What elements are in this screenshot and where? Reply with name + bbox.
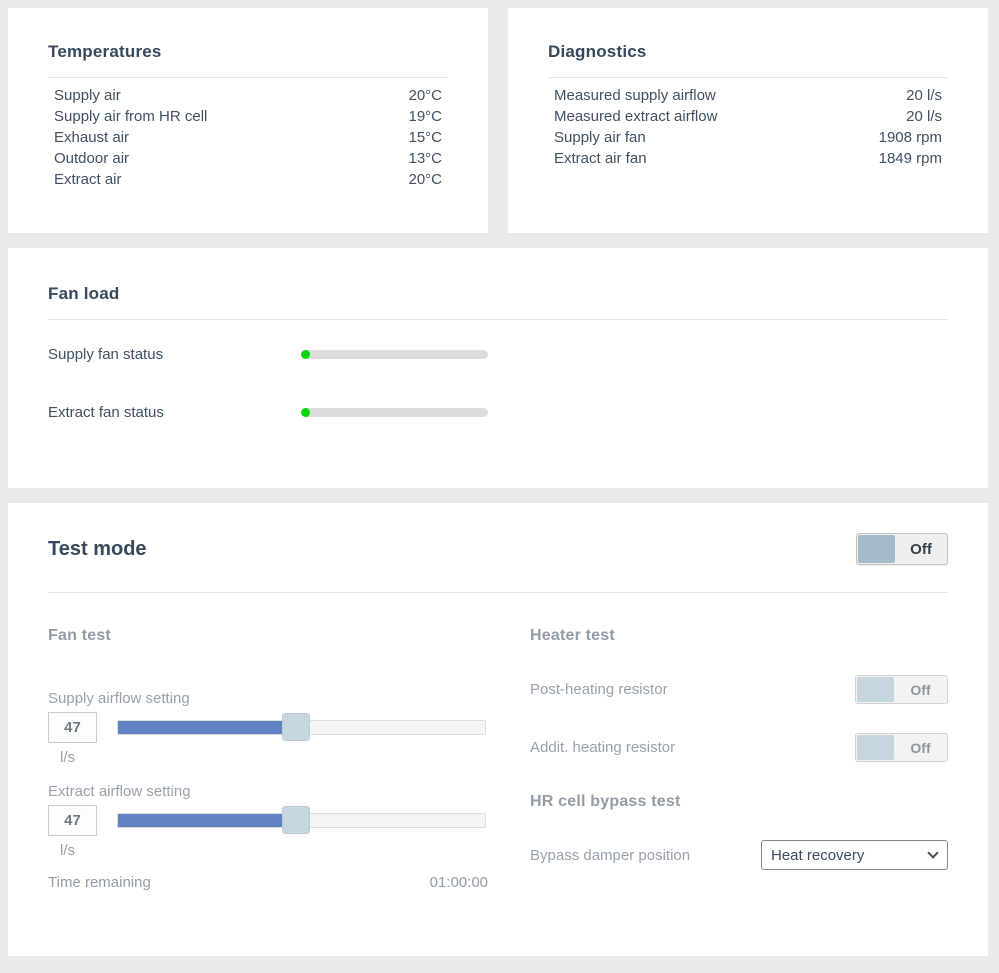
extract-airflow-slider[interactable] — [117, 813, 486, 828]
ventilation-dashboard: Temperatures Supply air 20°C Supply air … — [0, 0, 999, 973]
heater-test-title: Heater test — [530, 627, 948, 645]
toggle-state-label: Off — [895, 534, 947, 564]
toggle-knob — [857, 735, 894, 760]
toggle-state-label: Off — [894, 734, 947, 761]
table-row: Extract air 20°C — [48, 169, 448, 190]
row-value: 20°C — [408, 169, 442, 190]
toggle-state-label: Off — [894, 676, 947, 703]
row-label: Measured extract airflow — [554, 106, 717, 127]
temperatures-card: Temperatures Supply air 20°C Supply air … — [8, 8, 488, 233]
hr-bypass-test-title: HR cell bypass test — [530, 793, 948, 811]
slider-thumb[interactable] — [282, 713, 310, 741]
supply-airflow-control: 47 — [48, 712, 488, 743]
supply-fan-load-fill — [301, 350, 310, 359]
row-value: 20 l/s — [906, 85, 942, 106]
temperatures-table: Supply air 20°C Supply air from HR cell … — [48, 85, 448, 190]
test-mode-columns: Fan test Supply airflow setting 47 l/s E… — [48, 593, 948, 892]
table-row: Supply air fan 1908 rpm — [548, 127, 948, 148]
time-remaining-value: 01:00:00 — [430, 873, 488, 892]
supply-fan-status-row: Supply fan status — [48, 342, 948, 366]
fan-test-title: Fan test — [48, 627, 488, 645]
test-mode-card: Test mode Off Fan test Supply airflow se… — [8, 503, 988, 956]
diagnostics-title: Diagnostics — [548, 42, 948, 62]
bypass-damper-label: Bypass damper position — [530, 847, 690, 864]
extract-fan-status-row: Extract fan status — [48, 400, 948, 424]
time-remaining-row: Time remaining 01:00:00 — [48, 873, 488, 892]
divider — [48, 77, 448, 78]
top-row: Temperatures Supply air 20°C Supply air … — [0, 0, 999, 233]
slider-fill — [118, 814, 283, 827]
row-label: Outdoor air — [54, 148, 129, 169]
divider — [548, 77, 948, 78]
row-label: Supply air — [54, 85, 121, 106]
row-value: 20°C — [408, 85, 442, 106]
heater-test-column: Heater test Post-heating resistor Off Ad… — [530, 593, 948, 892]
table-row: Extract air fan 1849 rpm — [548, 148, 948, 169]
table-row: Outdoor air 13°C — [48, 148, 448, 169]
slider-thumb[interactable] — [282, 806, 310, 834]
extract-airflow-value-box[interactable]: 47 — [48, 805, 97, 836]
test-mode-toggle[interactable]: Off — [856, 533, 948, 565]
extract-fan-load-bar — [301, 408, 488, 417]
extract-fan-status-label: Extract fan status — [48, 404, 301, 421]
addit-heating-toggle[interactable]: Off — [855, 733, 948, 762]
row-label: Exhaust air — [54, 127, 129, 148]
supply-airflow-unit: l/s — [60, 750, 488, 766]
test-mode-header: Test mode Off — [48, 503, 948, 565]
supply-fan-status-label: Supply fan status — [48, 346, 301, 363]
extract-airflow-control: 47 — [48, 805, 488, 836]
row-label: Extract air fan — [554, 148, 647, 169]
table-row: Measured extract airflow 20 l/s — [548, 106, 948, 127]
bypass-damper-row: Bypass damper position Heat recovery — [530, 840, 948, 870]
bypass-damper-select[interactable]: Heat recovery — [761, 840, 948, 870]
post-heating-row: Post-heating resistor Off — [530, 675, 948, 704]
temperatures-title: Temperatures — [48, 42, 448, 62]
test-mode-title: Test mode — [48, 538, 147, 561]
row-value: 1849 rpm — [879, 148, 942, 169]
supply-fan-load-bar — [301, 350, 488, 359]
extract-fan-load-fill — [301, 408, 310, 417]
addit-heating-row: Addit. heating resistor Off — [530, 733, 948, 762]
time-remaining-label: Time remaining — [48, 873, 151, 892]
extract-airflow-setting-label: Extract airflow setting — [48, 782, 488, 801]
fan-test-column: Fan test Supply airflow setting 47 l/s E… — [48, 593, 488, 892]
post-heating-label: Post-heating resistor — [530, 681, 668, 698]
diagnostics-card: Diagnostics Measured supply airflow 20 l… — [508, 8, 988, 233]
toggle-knob — [858, 535, 895, 563]
table-row: Supply air from HR cell 19°C — [48, 106, 448, 127]
row-value: 15°C — [408, 127, 442, 148]
diagnostics-table: Measured supply airflow 20 l/s Measured … — [548, 85, 948, 169]
supply-airflow-slider[interactable] — [117, 720, 486, 735]
row-label: Supply air fan — [554, 127, 646, 148]
supply-airflow-setting-label: Supply airflow setting — [48, 689, 488, 708]
row-value: 13°C — [408, 148, 442, 169]
fan-load-title: Fan load — [48, 284, 948, 304]
row-value: 20 l/s — [906, 106, 942, 127]
table-row: Supply air 20°C — [48, 85, 448, 106]
supply-airflow-value-box[interactable]: 47 — [48, 712, 97, 743]
bypass-damper-select-wrap: Heat recovery — [761, 840, 948, 870]
table-row: Measured supply airflow 20 l/s — [548, 85, 948, 106]
table-row: Exhaust air 15°C — [48, 127, 448, 148]
row-label: Extract air — [54, 169, 122, 190]
toggle-knob — [857, 677, 894, 702]
row-label: Measured supply airflow — [554, 85, 716, 106]
divider — [48, 319, 948, 320]
extract-airflow-unit: l/s — [60, 843, 488, 859]
row-value: 19°C — [408, 106, 442, 127]
slider-fill — [118, 721, 283, 734]
fan-load-card: Fan load Supply fan status Extract fan s… — [8, 248, 988, 488]
addit-heating-label: Addit. heating resistor — [530, 739, 675, 756]
post-heating-toggle[interactable]: Off — [855, 675, 948, 704]
row-value: 1908 rpm — [879, 127, 942, 148]
row-label: Supply air from HR cell — [54, 106, 207, 127]
